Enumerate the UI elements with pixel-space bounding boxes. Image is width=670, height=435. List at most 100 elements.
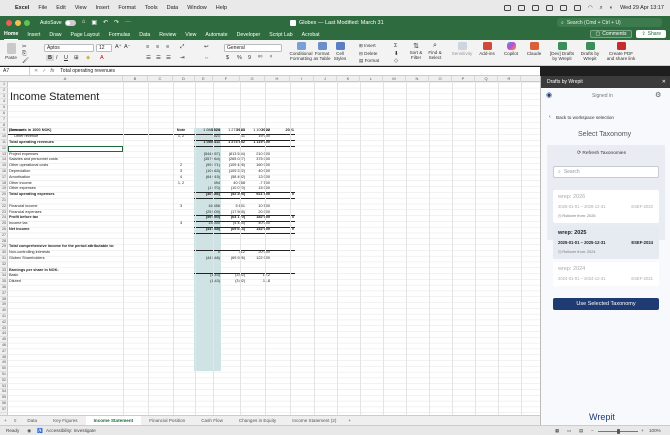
menu-window[interactable]: Window xyxy=(187,5,207,11)
add-sheet-icon[interactable]: + xyxy=(0,418,11,423)
format-as-table-button[interactable]: Format as Table xyxy=(313,42,331,61)
value-2024[interactable]: (1,43) xyxy=(194,279,220,285)
page-break-view-icon[interactable]: ▤ xyxy=(579,428,583,434)
insert-cells-button[interactable]: ⊞ Insert xyxy=(359,43,376,49)
menubar-datetime[interactable]: Wed 29 Apr 13:17 xyxy=(620,5,664,11)
zoom-out-icon[interactable]: − xyxy=(591,428,594,433)
format-cells-button[interactable]: ▤ Format xyxy=(359,58,379,64)
search-icon[interactable]: ⌕ xyxy=(600,5,603,12)
home-icon[interactable]: ⌂ xyxy=(82,19,86,26)
zoom-level[interactable]: 100% xyxy=(649,428,661,433)
close-pane-icon[interactable]: ✕ xyxy=(662,79,666,85)
sheet-tab-key-figures[interactable]: Key Figures xyxy=(45,416,86,426)
undo-icon[interactable]: ↶ xyxy=(103,19,108,26)
accessibility-status[interactable]: Accessibility: Investigate xyxy=(46,428,96,433)
menu-data[interactable]: Data xyxy=(167,5,179,11)
normal-view-icon[interactable]: ▦ xyxy=(555,428,559,434)
spreadsheet-grid[interactable]: ABCDEFGHIJKLMNOPQR 1 2 3 4 5 6 7 8 9 10 11 12 13 14 15… xyxy=(0,76,540,415)
sheet-tab-income-statement[interactable]: Income Statement xyxy=(85,415,142,426)
paste-button[interactable]: Paste xyxy=(4,43,18,60)
sheet-tab-changes-in-equity[interactable]: Changes in Equity xyxy=(231,416,284,426)
percent-icon[interactable]: % xyxy=(237,55,242,61)
tab-developer[interactable]: Developer xyxy=(237,32,261,40)
function-icon[interactable]: fx xyxy=(50,68,54,74)
tab-view[interactable]: View xyxy=(185,32,196,40)
status-tray-icon[interactable] xyxy=(531,5,539,11)
conditional-formatting-button[interactable]: Conditional Formatting xyxy=(289,42,313,61)
align-center-icon[interactable]: ☰ xyxy=(156,55,161,61)
menu-edit[interactable]: Edit xyxy=(56,5,65,11)
drafts-button[interactable]: Drafts by Wrepit xyxy=(578,42,602,61)
zoom-slider-thumb[interactable] xyxy=(617,428,620,434)
decrease-decimal-icon[interactable]: ⁰ xyxy=(270,55,272,61)
cell-area[interactable]: Income Statement (Amounts in 1000 NOK) N… xyxy=(8,82,540,415)
control-center-icon[interactable]: ◐ xyxy=(610,5,613,11)
font-name-select[interactable]: Aptos xyxy=(44,44,94,52)
number-format-select[interactable]: General xyxy=(224,44,282,52)
align-top-icon[interactable]: ≡ xyxy=(146,44,149,50)
selected-cell[interactable] xyxy=(8,145,123,152)
sheet-tab-financial-position[interactable]: Financial Position xyxy=(141,416,193,426)
sheet-title[interactable]: Income Statement xyxy=(10,90,99,104)
italic-icon[interactable]: I xyxy=(56,55,58,61)
font-size-select[interactable]: 12 xyxy=(96,44,112,52)
decrease-font-icon[interactable]: A⁻ xyxy=(124,44,131,50)
menu-help[interactable]: Help xyxy=(216,5,227,11)
align-bottom-icon[interactable]: ≡ xyxy=(166,44,169,50)
row-header[interactable]: 57 xyxy=(0,407,8,413)
copy-icon[interactable]: ⎘ xyxy=(22,51,26,58)
comma-icon[interactable]: 9 xyxy=(248,55,251,61)
fill-icon[interactable]: ⬇ xyxy=(394,51,399,57)
settings-icon[interactable]: ⚙ xyxy=(655,91,661,99)
bold-icon[interactable]: B xyxy=(46,55,54,61)
claude-button[interactable]: Claude xyxy=(524,42,544,56)
zoom-in-icon[interactable]: + xyxy=(641,428,644,433)
value-2022[interactable]: 11,8 xyxy=(246,279,270,285)
addins-button[interactable]: Add-ins xyxy=(477,42,497,56)
menu-tools[interactable]: Tools xyxy=(145,5,158,11)
tab-draw[interactable]: Draw xyxy=(49,32,61,40)
borders-icon[interactable]: ⊞ xyxy=(74,55,79,61)
tab-acrobat[interactable]: Acrobat xyxy=(302,32,320,40)
taxonomy-card-selected[interactable]: wrep: 2025 2025-01-01 – 2025-12-31 ESEF-… xyxy=(553,226,659,259)
sheet-list-icon[interactable]: ≡ xyxy=(11,418,20,423)
refresh-taxonomies-button[interactable]: ⟳ Refresh Taxonomies xyxy=(577,151,626,156)
underline-icon[interactable]: U xyxy=(64,55,68,61)
user-avatar-icon[interactable]: ◉ xyxy=(546,91,552,99)
value-2023[interactable]: (69 926) xyxy=(221,256,245,262)
comments-button[interactable]: ▢ Comments xyxy=(589,30,633,38)
line-label[interactable]: Diluted xyxy=(9,279,21,285)
macro-record-icon[interactable]: ◉ xyxy=(27,428,31,434)
sheet-tab-income-statement-2[interactable]: Income Statement (2) xyxy=(284,416,344,426)
status-tray-icon[interactable] xyxy=(517,5,525,11)
sheet-tab-cash-flow[interactable]: Cash Flow xyxy=(193,416,231,426)
tab-script-lab[interactable]: Script Lab xyxy=(269,32,292,40)
orientation-icon[interactable]: ⤢ xyxy=(180,44,184,51)
dev-drafts-button[interactable]: [Dev] Drafts by Wrepit xyxy=(548,42,576,61)
increase-decimal-icon[interactable]: ⁰⁰ xyxy=(258,55,262,61)
line-note[interactable]: 3 xyxy=(172,204,190,210)
format-painter-icon[interactable]: 🖌 xyxy=(22,58,29,64)
copilot-button[interactable]: Copilot xyxy=(501,42,521,56)
align-right-icon[interactable]: ☰ xyxy=(166,55,171,61)
new-sheet-button[interactable]: + xyxy=(344,418,355,423)
wifi-icon[interactable]: ◠ xyxy=(588,5,593,11)
status-tray-icon[interactable] xyxy=(559,5,567,11)
tab-page-layout[interactable]: Page Layout xyxy=(71,32,100,40)
zoom-window-button[interactable] xyxy=(24,19,30,26)
align-middle-icon[interactable]: ≡ xyxy=(156,44,159,50)
taxonomy-search-input[interactable]: ⌕ Search xyxy=(553,166,659,178)
sensitivity-button[interactable]: Sensitivity xyxy=(451,42,473,56)
value-2023[interactable]: (3,02) xyxy=(221,279,245,285)
tab-automate[interactable]: Automate xyxy=(205,32,227,40)
autosum-icon[interactable]: Σ xyxy=(394,43,397,49)
back-to-workspace-link[interactable]: Back to workspace selection xyxy=(556,115,614,120)
menu-insert[interactable]: Insert xyxy=(96,5,110,11)
status-tray-icon[interactable] xyxy=(503,5,511,11)
taxonomy-card[interactable]: wrep: 2026 2026-01-01 – 2026-12-31 ESEF-… xyxy=(553,190,659,223)
line-note[interactable]: 1, 2 xyxy=(172,181,190,187)
accounting-icon[interactable]: $ xyxy=(226,55,229,61)
line-label[interactable]: Globex Shareholders xyxy=(9,256,45,262)
menu-format[interactable]: Format xyxy=(118,5,135,11)
formula-input[interactable]: Total operating revenues xyxy=(60,68,115,74)
